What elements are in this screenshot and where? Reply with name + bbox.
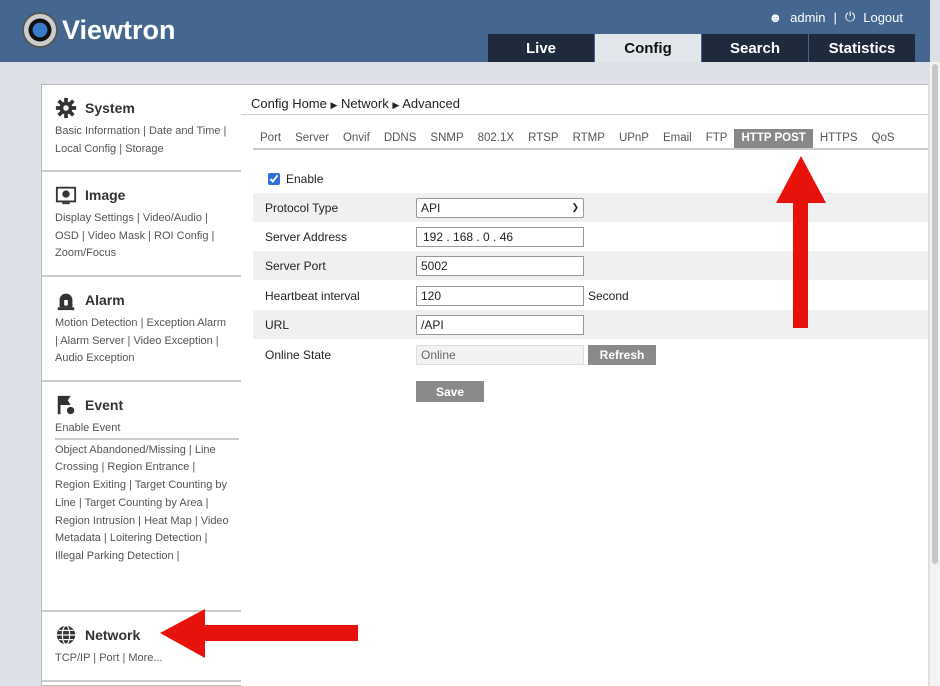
red-arrow-left	[160, 609, 358, 658]
red-arrow-up	[776, 156, 826, 328]
annotation-overlay	[160, 156, 826, 658]
